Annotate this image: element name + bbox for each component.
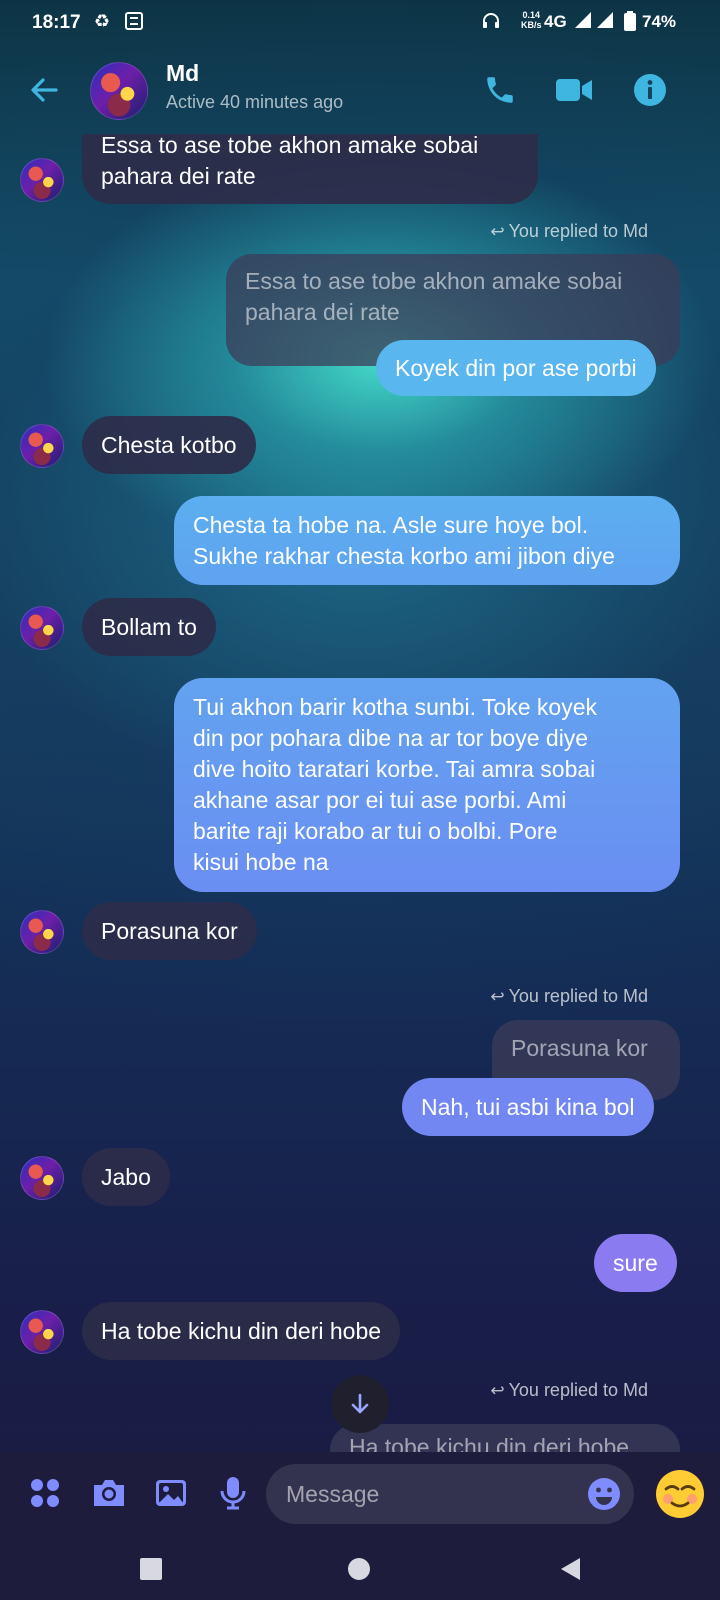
contact-avatar[interactable]	[90, 62, 148, 120]
reply-arrow-icon: ↩	[490, 222, 505, 241]
battery-icon	[624, 11, 636, 36]
video-camera-icon[interactable]	[554, 70, 594, 110]
message-text-line: Tui akhon barir kotha sunbi. Toke koyek	[193, 694, 598, 720]
message-text-line: barite raji korabo ar tui o bolbi. Pore	[193, 818, 558, 844]
microphone-icon[interactable]	[212, 1472, 254, 1514]
reply-note: ↩ You replied to Md	[490, 986, 648, 1007]
contact-name[interactable]: Md	[166, 60, 199, 87]
message-text-line: dive hoito taratari korbe. Tai amra soba…	[193, 756, 596, 782]
message-input[interactable]	[266, 1464, 634, 1524]
message-outgoing[interactable]: sure	[594, 1234, 677, 1292]
headphones-icon	[481, 11, 501, 36]
sender-avatar[interactable]	[20, 606, 64, 650]
reply-note-text: You replied to Md	[508, 1380, 648, 1400]
sender-avatar[interactable]	[20, 424, 64, 468]
apps-icon[interactable]	[24, 1472, 66, 1514]
speed-value: 0.14	[522, 10, 541, 20]
quoted-message[interactable]: Ha tobe kichu din deri hobe	[330, 1424, 680, 1452]
quoted-text-line: Essa to ase tobe akhon amake sobai	[245, 268, 623, 294]
smiling-emoji-icon[interactable]	[654, 1468, 706, 1520]
message-outgoing[interactable]: Tui akhon barir kotha sunbi. Toke koyek …	[174, 678, 680, 892]
message-incoming[interactable]: Porasuna kor	[82, 902, 257, 960]
active-status: Active 40 minutes ago	[166, 92, 344, 112]
message-text: Ha tobe kichu din deri hobe	[101, 1318, 382, 1344]
recents-icon[interactable]	[136, 1554, 166, 1584]
reply-note-text: You replied to Md	[508, 986, 648, 1006]
speed-unit: KB/s	[521, 20, 542, 30]
message-composer	[0, 1452, 720, 1536]
battery-level: 74%	[642, 12, 677, 31]
sync-icon: ♻	[94, 11, 111, 31]
message-incoming[interactable]: Jabo	[82, 1148, 170, 1206]
message-outgoing[interactable]: Koyek din por ase porbi	[376, 340, 656, 396]
message-text: Jabo	[101, 1164, 151, 1190]
signal-icon-2	[596, 11, 614, 34]
gallery-icon[interactable]	[150, 1472, 192, 1514]
message-outgoing[interactable]: Chesta ta hobe na. Asle sure hoye bol. S…	[174, 496, 680, 585]
message-text: Bollam to	[101, 614, 197, 640]
quoted-text: Ha tobe kichu din deri hobe	[349, 1434, 630, 1452]
message-text-line: pahara dei rate	[101, 163, 256, 189]
message-text-line: Chesta ta hobe na. Asle sure hoye bol.	[193, 512, 589, 538]
message-text-line: din por pohara dibe na ar tor boye diye	[193, 725, 589, 751]
quoted-text-line: pahara dei rate	[245, 299, 400, 325]
message-incoming[interactable]: Essa to ase tobe akhon amake sobai pahar…	[82, 134, 538, 204]
reply-arrow-icon: ↩	[490, 987, 505, 1006]
status-bar: 18:17 ♻ 0.14 KB/s 4G 74%	[0, 0, 720, 48]
conversation-header: Md Active 40 minutes ago	[0, 52, 720, 132]
camera-icon[interactable]	[88, 1472, 130, 1514]
network-speed: 0.14 KB/s	[521, 10, 542, 30]
message-text: sure	[613, 1250, 658, 1276]
info-icon[interactable]	[630, 70, 670, 110]
back-icon[interactable]	[556, 1554, 586, 1584]
reply-note-text: You replied to Md	[508, 221, 648, 241]
message-text: Porasuna kor	[101, 918, 238, 944]
quoted-text: Porasuna kor	[511, 1035, 648, 1061]
message-text-line: kisui hobe na	[193, 849, 329, 875]
message-text: Nah, tui asbi kina bol	[421, 1094, 635, 1120]
phone-icon[interactable]	[480, 70, 520, 110]
screenshot-icon	[124, 11, 144, 36]
message-incoming[interactable]: Ha tobe kichu din deri hobe	[82, 1302, 401, 1360]
system-navigation-bar	[0, 1536, 720, 1600]
message-text-line: akhane asar por ei tui ase porbi. Ami	[193, 787, 567, 813]
home-icon[interactable]	[344, 1554, 374, 1584]
network-type: 4G	[544, 12, 567, 31]
message-outgoing[interactable]: Nah, tui asbi kina bol	[402, 1078, 654, 1136]
message-list[interactable]: Essa to ase tobe akhon amake sobai pahar…	[0, 134, 720, 1452]
back-arrow-icon[interactable]	[26, 72, 62, 108]
sender-avatar[interactable]	[20, 158, 64, 202]
message-text: Koyek din por ase porbi	[395, 355, 637, 381]
sender-avatar[interactable]	[20, 1310, 64, 1354]
status-time: 18:17	[32, 12, 81, 33]
message-incoming[interactable]: Chesta kotbo	[82, 416, 256, 474]
signal-icon	[574, 11, 592, 34]
message-text-line: Essa to ase tobe akhon amake sobai	[101, 134, 479, 158]
message-text-line: Sukhe rakhar chesta korbo ami jibon diye	[193, 543, 615, 569]
message-text: Chesta kotbo	[101, 432, 237, 458]
message-incoming[interactable]: Bollam to	[82, 598, 216, 656]
emoji-icon[interactable]	[586, 1476, 622, 1512]
reply-arrow-icon: ↩	[490, 1381, 505, 1400]
reply-note: ↩ You replied to Md	[490, 221, 648, 242]
sender-avatar[interactable]	[20, 910, 64, 954]
arrow-down-icon	[351, 1393, 369, 1414]
sender-avatar[interactable]	[20, 1156, 64, 1200]
scroll-to-bottom-button[interactable]	[331, 1375, 389, 1433]
reply-note: ↩ You replied to Md	[490, 1380, 648, 1401]
